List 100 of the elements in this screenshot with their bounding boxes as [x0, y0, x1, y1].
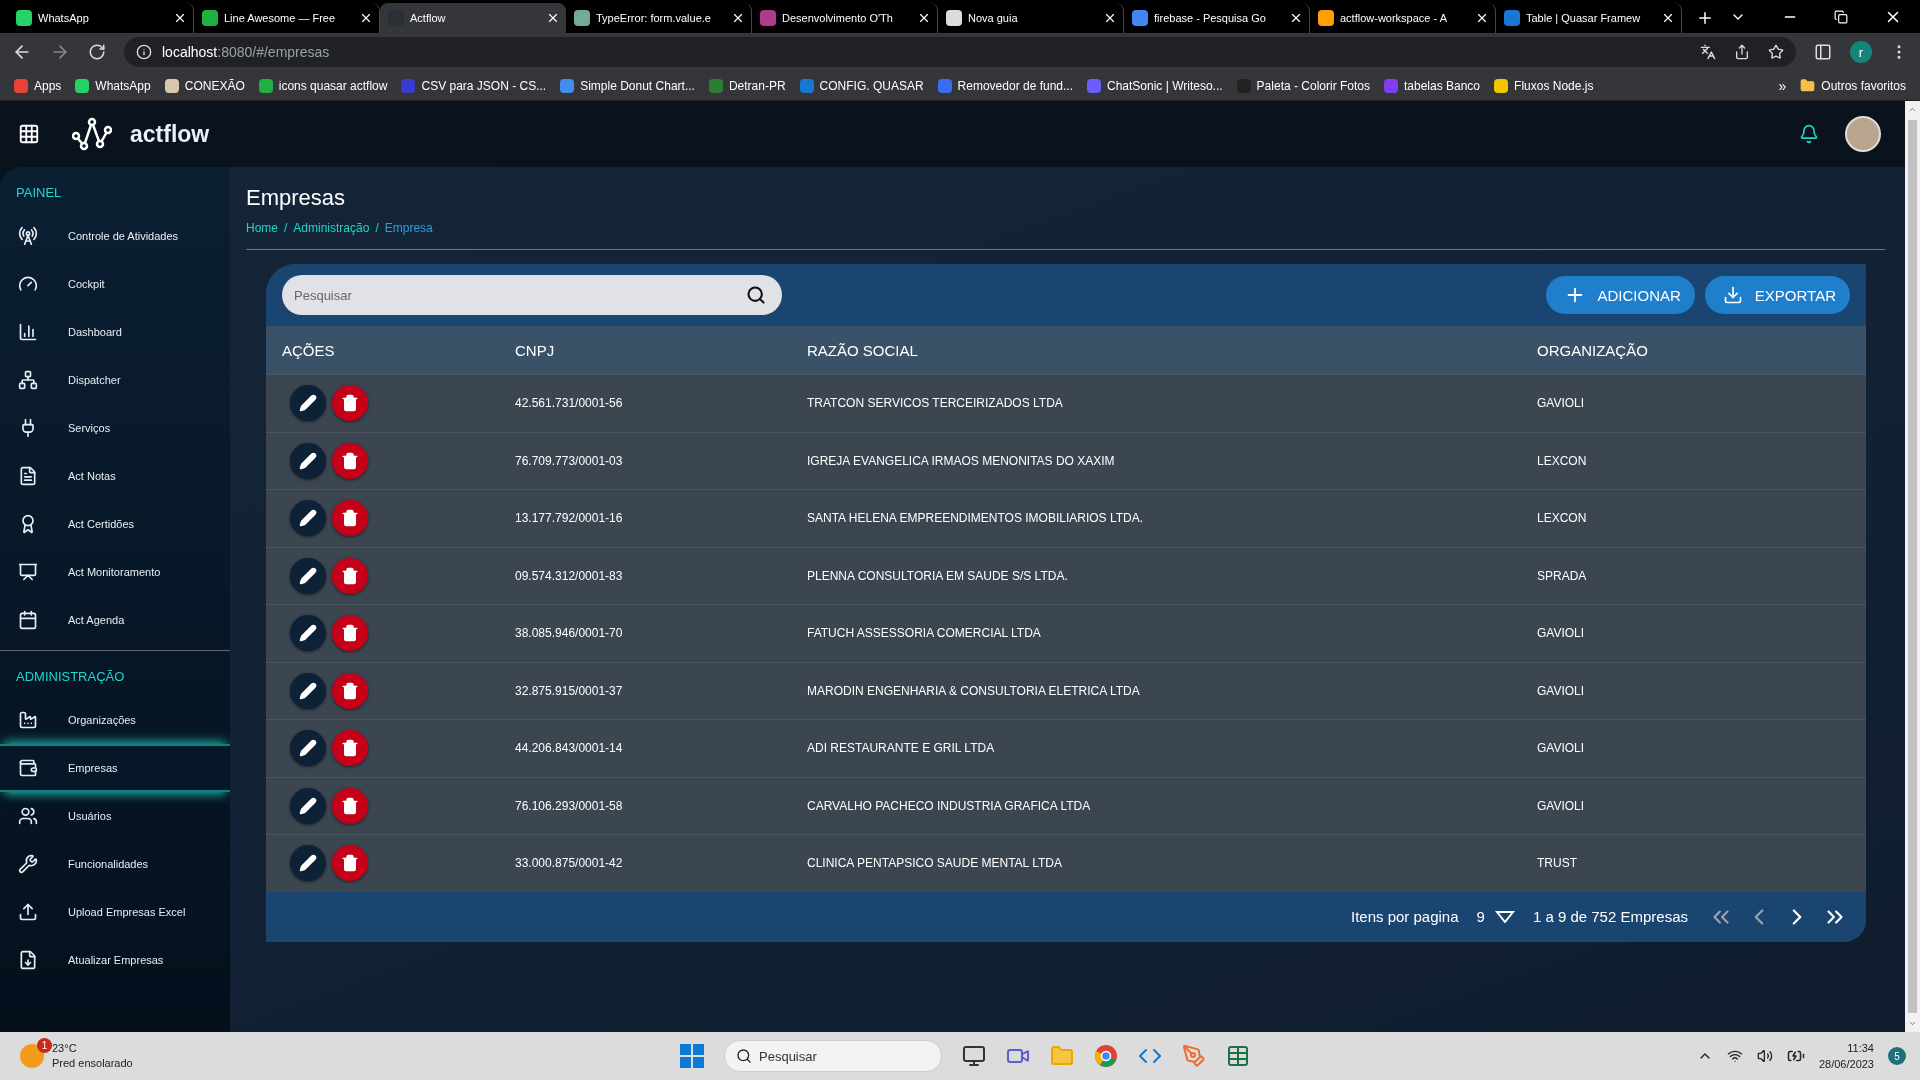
address-bar[interactable]: localhost:8080/#/empresas [124, 37, 1796, 67]
sidebar-item[interactable]: Act Agenda [0, 596, 230, 644]
apps-grid-icon[interactable] [18, 123, 40, 145]
bookmark[interactable]: CONEXÃO [164, 78, 245, 93]
close-icon[interactable] [1475, 11, 1489, 25]
edit-button[interactable] [290, 500, 326, 537]
breadcrumb-link[interactable]: Home [246, 221, 278, 235]
bookmark[interactable]: Removedor de fund... [937, 78, 1073, 93]
profile-avatar[interactable]: r [1850, 41, 1872, 63]
sidebar-item[interactable]: Controle de Atividades [0, 212, 230, 260]
star-icon[interactable] [1768, 44, 1784, 60]
bookmark[interactable]: icons quasar actflow [258, 78, 388, 93]
close-icon[interactable] [1661, 11, 1675, 25]
delete-button[interactable] [332, 500, 368, 537]
side-panel-icon[interactable] [1814, 43, 1832, 61]
column-header: ORGANIZAÇÃO [1537, 341, 1649, 359]
reload-icon[interactable] [88, 43, 106, 61]
sidebar-item[interactable]: Dashboard [0, 308, 230, 356]
sidebar-item[interactable]: Dispatcher [0, 356, 230, 404]
table-cell-text: GAVIOLI [1537, 396, 1586, 411]
bell-icon[interactable] [1799, 124, 1819, 144]
wifi-icon[interactable] [1726, 1048, 1743, 1064]
antenna-icon [18, 226, 38, 246]
breadcrumb-link[interactable]: Empresa [384, 221, 433, 235]
clock[interactable]: 11:34 28/06/2023 [1818, 1040, 1874, 1072]
sidebar-item[interactable]: Cockpit [0, 260, 230, 308]
sidebar-item[interactable]: Usuários [0, 792, 230, 840]
share-icon[interactable] [1734, 44, 1750, 60]
avatar-icon[interactable] [1845, 116, 1881, 152]
bookmark[interactable]: Simple Donut Chart... [560, 78, 695, 93]
restore-icon[interactable] [1834, 9, 1848, 24]
sidebar-item[interactable]: Act Certidões [0, 500, 230, 548]
close-icon[interactable] [173, 11, 187, 25]
speaker-icon[interactable] [1756, 1048, 1773, 1064]
delete-button[interactable] [332, 385, 368, 422]
bookmark[interactable]: Paleta - Colorir Fotos [1236, 78, 1370, 93]
close-icon[interactable] [917, 11, 931, 25]
delete-button[interactable] [332, 845, 368, 882]
sidebar-item[interactable]: Act Notas [0, 452, 230, 500]
close-icon[interactable] [731, 11, 745, 25]
search-field[interactable]: Pesquisar [282, 275, 782, 315]
delete-button[interactable] [332, 672, 368, 709]
table-cell-text: 44.206.843/0001-14 [515, 741, 624, 756]
edit-button[interactable] [290, 787, 326, 824]
spreadsheet-icon[interactable] [1226, 1044, 1250, 1068]
bookmark[interactable]: Detran-PR [708, 78, 786, 93]
edit-button[interactable] [290, 442, 326, 479]
edit-button[interactable] [290, 385, 326, 422]
bookmark[interactable]: Fluxos Node.js [1494, 78, 1594, 93]
breadcrumb-link[interactable]: Administração [293, 221, 370, 235]
sidebar-item[interactable]: Act Monitoramento [0, 548, 230, 596]
sidebar-item[interactable]: Upload Empresas Excel [0, 888, 230, 936]
bookmark[interactable]: ChatSonic | Writeso... [1087, 78, 1223, 93]
delete-button[interactable] [332, 615, 368, 652]
scroll-up-icon[interactable] [1908, 105, 1917, 114]
scrollbar[interactable] [1905, 101, 1920, 1032]
new-tab-icon[interactable] [1696, 9, 1714, 27]
bookmark-folder[interactable]: Outros favoritos [1800, 78, 1906, 93]
edit-button[interactable] [290, 615, 326, 652]
page-title: Empresas [246, 185, 347, 211]
close-icon[interactable] [1289, 11, 1303, 25]
bookmark[interactable]: CSV para JSON - CS... [401, 78, 547, 93]
delete-button[interactable] [332, 557, 368, 594]
delete-button[interactable] [332, 787, 368, 824]
delete-button[interactable] [332, 730, 368, 767]
search-icon[interactable] [746, 285, 766, 305]
browser-tab[interactable]: Actflow [380, 3, 566, 33]
sidebar-item[interactable]: Funcionalidades [0, 840, 230, 888]
edit-button[interactable] [290, 730, 326, 767]
trash-icon [341, 566, 359, 585]
sidebar-section-title: PAINEL [15, 184, 63, 202]
close-icon[interactable] [359, 11, 373, 25]
add-button[interactable]: ADICIONAR [1545, 276, 1695, 314]
sidebar-item[interactable]: Organizações [0, 696, 230, 744]
more-bookmarks[interactable]: » [1778, 77, 1787, 94]
close-icon[interactable] [546, 11, 560, 25]
taskbar-search-field[interactable]: Pesquisar [724, 1040, 942, 1072]
edit-button[interactable] [290, 557, 326, 594]
browser-icon[interactable] [1094, 1044, 1118, 1068]
rows-per-page-select[interactable]: 9 [1476, 908, 1515, 925]
export-button[interactable]: EXPORTAR [1704, 276, 1850, 314]
bookmark[interactable]: tabelas Banco [1384, 78, 1481, 93]
edit-button[interactable] [290, 672, 326, 709]
bookmark[interactable]: WhatsApp [75, 78, 151, 93]
windows-start-icon[interactable] [680, 1044, 704, 1068]
edit-button[interactable] [290, 845, 326, 882]
notification-badge[interactable]: 5 [1888, 1047, 1906, 1065]
scroll-down-icon[interactable] [1908, 1019, 1917, 1028]
sidebar-item[interactable]: Serviços [0, 404, 230, 452]
translate-icon[interactable] [1700, 44, 1716, 60]
close-icon[interactable] [1103, 11, 1117, 25]
delete-button[interactable] [332, 442, 368, 479]
bookmark[interactable]: CONFIG. QUASAR [799, 78, 924, 93]
bookmark[interactable]: Apps [14, 78, 62, 93]
monitor-icon[interactable] [962, 1044, 986, 1068]
table-cell-text: SANTA HELENA EMPREENDIMENTOS IMOBILIARIOS LTDA. [807, 511, 1145, 526]
weather-icon[interactable] [20, 1044, 44, 1068]
sidebar-item[interactable]: Atualizar Empresas [0, 936, 230, 984]
info-icon [136, 44, 152, 60]
sidebar-item[interactable]: Empresas [0, 744, 230, 792]
